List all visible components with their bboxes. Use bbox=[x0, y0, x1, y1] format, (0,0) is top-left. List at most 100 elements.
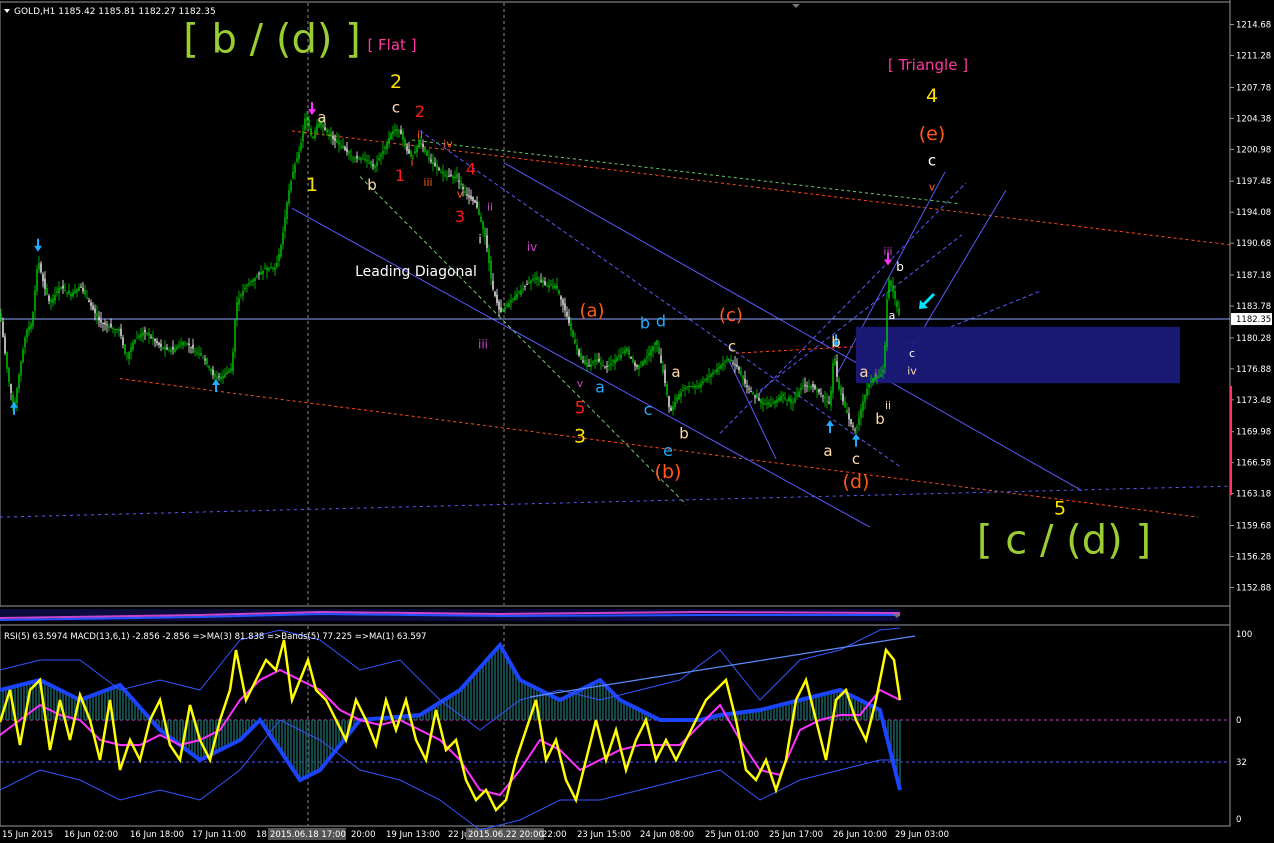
time-tick-label: 29 Jun 03:00 bbox=[895, 830, 949, 840]
price-axis: 1214.68 1211.28 1207.78 1204.38 1200.98 1197.… bbox=[1230, 21, 1272, 593]
candle-body bbox=[768, 402, 770, 405]
candle-body bbox=[22, 349, 24, 363]
candle-body bbox=[74, 290, 76, 294]
candle-body bbox=[672, 406, 674, 410]
candle-body bbox=[822, 395, 824, 397]
trading-chart[interactable]: [ b / (d) ][ Flat ]2c 2a1 b1iiiviiii4vii3i… bbox=[0, 0, 1274, 843]
candle-body bbox=[576, 345, 578, 350]
candle-body bbox=[126, 355, 128, 357]
candle-body bbox=[650, 349, 652, 356]
candle-body bbox=[184, 341, 186, 343]
candle-body bbox=[6, 352, 8, 369]
candle-body bbox=[304, 118, 306, 130]
candle-body bbox=[752, 392, 754, 394]
price-tick-label: 1152.88 bbox=[1236, 583, 1271, 593]
time-tick-label: 16 Jun 18:00 bbox=[130, 830, 184, 840]
candle-body bbox=[380, 154, 382, 158]
candle-body bbox=[66, 292, 68, 294]
candle-body bbox=[194, 350, 196, 352]
candle-body bbox=[256, 275, 258, 277]
candle-body bbox=[668, 396, 670, 408]
candle-body bbox=[212, 369, 214, 376]
candle-body bbox=[160, 343, 162, 347]
candle-body bbox=[166, 347, 168, 350]
candle-body bbox=[736, 364, 738, 367]
candle-body bbox=[440, 171, 442, 173]
candle-body bbox=[50, 299, 52, 303]
candle-body bbox=[640, 362, 642, 364]
candle-body bbox=[642, 361, 644, 366]
candle-body bbox=[684, 387, 686, 389]
candle-body bbox=[446, 175, 448, 177]
wave-label: 5 bbox=[1054, 497, 1066, 519]
candle-body bbox=[894, 291, 896, 299]
candle-body bbox=[850, 419, 852, 424]
wave-label: v bbox=[577, 377, 584, 390]
candle-body bbox=[70, 293, 72, 297]
wave-label: 4 bbox=[466, 160, 476, 179]
candle-body bbox=[474, 200, 476, 203]
candle-body bbox=[450, 174, 452, 177]
price-tick-label: 1163.18 bbox=[1236, 490, 1271, 500]
candle-body bbox=[314, 130, 316, 139]
candle-body bbox=[724, 361, 726, 363]
wave-label: a bbox=[823, 442, 832, 460]
wave-label: Leading Diagonal bbox=[355, 264, 477, 280]
candle-body bbox=[192, 344, 194, 349]
candle-body bbox=[740, 370, 742, 375]
candle-body bbox=[370, 161, 372, 165]
candle-body bbox=[596, 359, 598, 363]
candle-body bbox=[40, 263, 42, 273]
candle-body bbox=[326, 129, 328, 133]
candle-body bbox=[812, 383, 814, 387]
candle-body bbox=[96, 313, 98, 317]
candle-body bbox=[146, 332, 148, 335]
candle-body bbox=[864, 395, 866, 403]
wave-label: c bbox=[928, 152, 936, 170]
candle-body bbox=[84, 290, 86, 295]
candle-body bbox=[728, 359, 730, 361]
candle-body bbox=[734, 364, 736, 366]
candle-body bbox=[664, 369, 666, 383]
candle-body bbox=[816, 390, 818, 392]
candle-body bbox=[68, 290, 70, 294]
candle-body bbox=[206, 358, 208, 365]
time-tick-label: 23 Jun 15:00 bbox=[577, 830, 631, 840]
candle-body bbox=[858, 417, 860, 425]
candle-body bbox=[58, 287, 60, 294]
candle-body bbox=[388, 137, 390, 144]
candle-body bbox=[272, 267, 274, 269]
candle-body bbox=[460, 182, 462, 186]
time-tick-label: 20:00 bbox=[351, 830, 376, 840]
candle-body bbox=[172, 346, 174, 350]
candle-body bbox=[198, 353, 200, 355]
candle-body bbox=[20, 361, 22, 376]
candle-body bbox=[16, 388, 18, 404]
candle-body bbox=[354, 158, 356, 160]
candle-body bbox=[774, 401, 776, 404]
candle-body bbox=[312, 137, 314, 139]
candle-body bbox=[578, 349, 580, 356]
candle-body bbox=[534, 277, 536, 279]
time-tick-label: 15 Jun 2015 bbox=[2, 830, 53, 840]
candle-body bbox=[580, 353, 582, 360]
candle-body bbox=[538, 279, 540, 281]
candle-body bbox=[148, 332, 150, 336]
candle-body bbox=[836, 360, 838, 377]
candle-body bbox=[12, 394, 14, 404]
candle-body bbox=[520, 290, 522, 295]
candle-body bbox=[758, 397, 760, 401]
candle-body bbox=[636, 365, 638, 367]
candle-body bbox=[602, 365, 604, 367]
candle-body bbox=[350, 155, 352, 157]
candle-body bbox=[490, 260, 492, 279]
candle-body bbox=[472, 196, 474, 202]
candle-body bbox=[500, 307, 502, 312]
candle-body bbox=[168, 349, 170, 351]
candle-body bbox=[284, 217, 286, 232]
candle-body bbox=[848, 413, 850, 420]
candle-body bbox=[476, 201, 478, 208]
candle-body bbox=[654, 342, 656, 345]
candle-body bbox=[56, 291, 58, 293]
candle-body bbox=[392, 130, 394, 135]
